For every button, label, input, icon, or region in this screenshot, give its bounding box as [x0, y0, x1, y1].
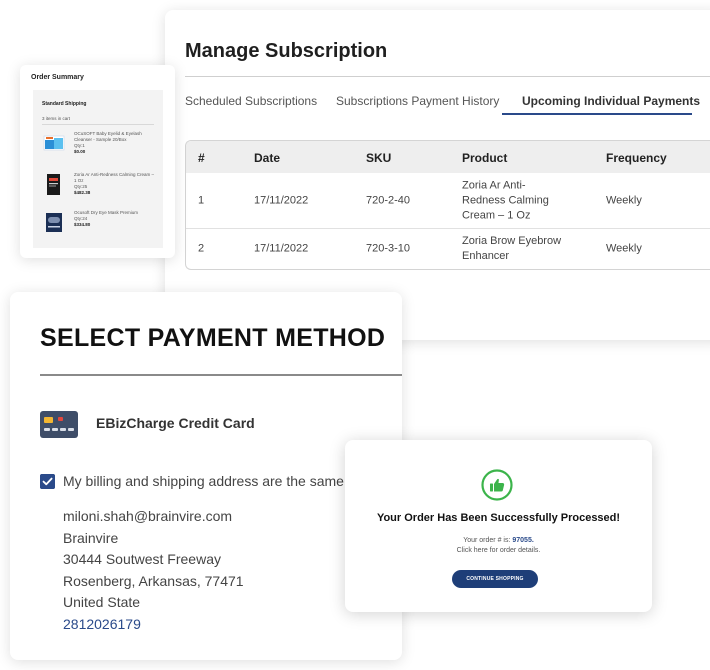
column-header-number: # — [198, 151, 205, 165]
table-row: 2 17/11/2022 720-3-10 Zoria Brow Eyebrow… — [186, 229, 710, 269]
order-success-modal: Your Order Has Been Successfully Process… — [345, 440, 652, 612]
cart-item-price: $0.00 — [74, 149, 86, 154]
cart-divider — [42, 124, 154, 125]
cart-item-details: Ocusoft Dry Eye Mask Premium Qty:24 $334… — [74, 210, 156, 228]
order-number-line: Your order # is: 97055. — [345, 537, 652, 544]
order-number: 97055. — [512, 537, 534, 544]
product-eye-mask-image — [46, 213, 62, 232]
cart-item-price: $482.38 — [74, 190, 91, 195]
cart-item[interactable]: Ocusoft Dry Eye Mask Premium Qty:24 $334… — [42, 210, 157, 242]
column-header-frequency: Frequency — [606, 151, 667, 165]
continue-shopping-button[interactable]: CONTINUE SHOPPING — [452, 570, 538, 588]
cart-item-name: OCuSOFT Baby Eyelid & Eyelash Cleanser -… — [74, 131, 142, 142]
tab-upcoming-payments[interactable]: Upcoming Individual Payments — [522, 94, 700, 108]
address-company: Brainvire — [63, 529, 119, 546]
row-frequency: Weekly — [606, 194, 642, 206]
manage-subscription-panel: Manage Subscription Scheduled Subscripti… — [165, 10, 710, 340]
success-heading: Your Order Has Been Successfully Process… — [376, 512, 621, 524]
order-number-prefix: Your order # is: — [463, 537, 511, 544]
cart-item-details: Zoria Ar Anti-Redness Calming Cream – 1 … — [74, 172, 156, 196]
cart-item[interactable]: Zoria Ar Anti-Redness Calming Cream – 1 … — [42, 172, 157, 204]
cart-item-name: Ocusoft Dry Eye Mask Premium — [74, 210, 139, 215]
product-cleanser-image — [43, 135, 65, 151]
column-header-product: Product — [462, 151, 508, 165]
payment-method-card: SELECT PAYMENT METHOD EBizCharge Credit … — [10, 292, 402, 660]
row-frequency: Weekly — [606, 242, 642, 255]
active-tab-indicator — [502, 113, 692, 115]
row-date: 17/11/2022 — [254, 242, 309, 255]
tab-payment-history[interactable]: Subscriptions Payment History — [336, 94, 499, 108]
payment-method-label[interactable]: EBizCharge Credit Card — [96, 415, 255, 431]
cart-item-price: $334.80 — [74, 222, 91, 227]
order-details-link[interactable]: Click here for order details. — [345, 547, 652, 554]
table-header: # Date SKU Product Frequency — [186, 141, 710, 173]
upcoming-payments-table: # Date SKU Product Frequency 1 17/11/202… — [185, 140, 710, 270]
tab-scheduled-subscriptions[interactable]: Scheduled Subscriptions — [185, 94, 317, 108]
cart-panel: Standard Shipping 3 items in cart OCuSOF… — [33, 90, 163, 248]
address-city: Rosenberg, Arkansas, 77471 — [63, 572, 244, 589]
cart-count: 3 items in cart — [42, 116, 71, 121]
payment-divider — [40, 374, 402, 376]
page-title: Manage Subscription — [185, 40, 388, 62]
address-email: miloni.shah@brainvire.com — [63, 508, 233, 524]
thumbs-up-icon — [481, 469, 513, 501]
row-product: Zoria Ar Anti-Redness Calming Cream – 1 … — [462, 179, 549, 221]
table-row: 1 17/11/2022 720-2-40 Zoria Ar Anti-Redn… — [186, 173, 710, 229]
cart-item-name: Zoria Ar Anti-Redness Calming Cream – 1 … — [74, 172, 155, 183]
payment-title: SELECT PAYMENT METHOD — [40, 324, 386, 352]
order-summary-card: Order Summary Standard Shipping 3 items … — [20, 65, 175, 258]
column-header-sku: SKU — [366, 151, 392, 165]
row-sku: 720-3-10 — [366, 242, 411, 255]
billing-address: miloni.shah@brainvire.com Brainvire 3044… — [63, 506, 244, 635]
row-number: 2 — [198, 242, 205, 255]
cart-item-details: OCuSOFT Baby Eyelid & Eyelash Cleanser -… — [74, 131, 156, 155]
product-cream-image — [47, 174, 60, 195]
same-address-checkbox[interactable] — [40, 474, 55, 489]
same-address-label[interactable]: My billing and shipping address are the … — [63, 473, 344, 489]
row-date: 17/11/2022 — [254, 194, 309, 206]
cart-item[interactable]: OCuSOFT Baby Eyelid & Eyelash Cleanser -… — [42, 131, 157, 163]
credit-card-icon — [40, 411, 78, 438]
title-divider — [185, 76, 710, 77]
column-header-date: Date — [254, 151, 281, 165]
order-summary-title: Order Summary — [31, 74, 84, 81]
address-country: United State — [63, 594, 141, 610]
address-street: 30444 Soutwest Freeway — [63, 551, 221, 567]
address-phone[interactable]: 2812026179 — [63, 614, 244, 636]
row-product: Zoria Brow Eyebrow Enhancer — [462, 235, 562, 262]
row-sku: 720-2-40 — [366, 194, 411, 206]
shipping-method: Standard Shipping — [42, 101, 87, 107]
row-number: 1 — [198, 194, 205, 206]
